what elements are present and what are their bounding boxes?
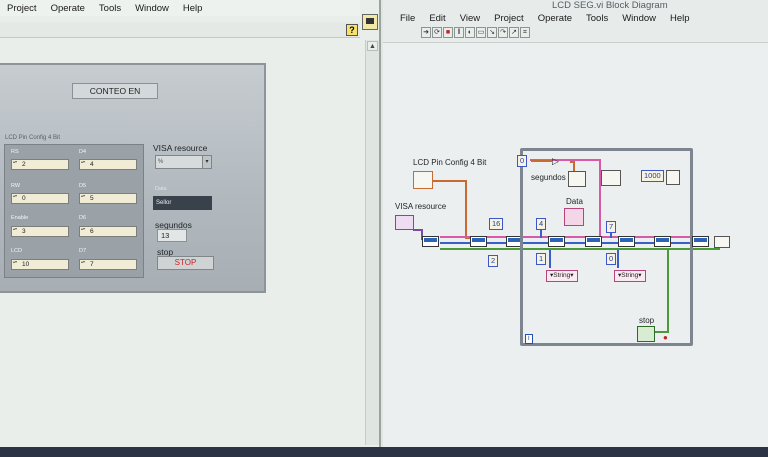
bd-menu-view[interactable]: View — [453, 13, 487, 24]
run-continuous-icon[interactable]: ⟳ — [432, 27, 442, 38]
help-icon[interactable]: ? — [346, 24, 358, 36]
d6-field[interactable]: 6 — [79, 226, 137, 237]
decoration-panel: CONTEO EN LCD Pin Config 4 Bit RS 2 D4 4… — [0, 63, 266, 293]
scroll-up-icon[interactable]: ▲ — [367, 41, 378, 51]
visa-terminal-label: VISA resource — [395, 202, 447, 211]
segundos-terminal[interactable] — [568, 171, 586, 187]
d4-field[interactable]: 4 — [79, 159, 137, 170]
bd-menu-file[interactable]: File — [393, 13, 422, 24]
bd-menu-help[interactable]: Help — [663, 13, 697, 24]
enable-field[interactable]: 3 — [11, 226, 69, 237]
string-constant-2-text: String — [621, 272, 639, 279]
shift-register-init[interactable]: 0 — [517, 155, 528, 167]
lcd-close-node[interactable] — [692, 236, 709, 247]
stop-terminal[interactable] — [637, 326, 655, 342]
pause-icon[interactable]: ‖ — [454, 27, 464, 38]
menu-window[interactable]: Window — [128, 3, 176, 14]
iteration-terminal: i — [525, 334, 533, 344]
string-constant-1-text: String — [553, 272, 571, 279]
data-terminal-label: Data — [566, 197, 583, 206]
front-panel-menubar: Project Operate Tools Window Help — [0, 0, 360, 16]
lcd-init-node[interactable] — [422, 236, 439, 247]
error-out-icon[interactable] — [714, 236, 730, 248]
d7-label: D7 — [79, 248, 87, 254]
const-7[interactable]: 7 — [606, 221, 617, 233]
lcd-field[interactable]: 10 — [11, 259, 69, 270]
cleanup-icon[interactable]: ⌗ — [520, 27, 530, 38]
lcd-write-node-1[interactable] — [470, 236, 487, 247]
loop-condition-icon[interactable]: ● — [663, 333, 668, 342]
const-1000[interactable]: 1000 — [641, 170, 664, 182]
string-constant-1[interactable]: ▾String▾ — [546, 270, 578, 282]
run-arrow-icon[interactable]: ➜ — [421, 27, 431, 38]
lcd-write-node-4[interactable] — [585, 236, 602, 247]
retain-wire-icon[interactable]: ▭ — [476, 27, 486, 38]
step-out-icon[interactable]: ↗ — [509, 27, 519, 38]
dropdown-arrow-icon[interactable]: ▾ — [202, 156, 211, 168]
visa-resource-value: % — [158, 159, 164, 165]
menu-help[interactable]: Help — [176, 3, 210, 14]
const-16[interactable]: 16 — [489, 218, 504, 230]
lcd-label: LCD — [11, 248, 23, 254]
stop-terminal-label: stop — [639, 316, 655, 325]
increment-icon[interactable]: ▷ — [552, 156, 559, 167]
segundos-indicator: 13 — [157, 229, 187, 242]
wait-ms-icon[interactable] — [666, 170, 680, 185]
const-2[interactable]: 2 — [488, 255, 499, 267]
bd-menu-tools[interactable]: Tools — [579, 13, 615, 24]
menu-operate[interactable]: Operate — [44, 3, 92, 14]
step-into-icon[interactable]: ↘ — [487, 27, 497, 38]
d7-field[interactable]: 7 — [79, 259, 137, 270]
screen: Project Operate Tools Window Help ? ▲ CO… — [0, 0, 768, 457]
block-diagram-menubar: File Edit View Project Operate Tools Win… — [393, 10, 697, 26]
conteo-title: CONTEO EN — [72, 83, 158, 99]
visa-terminal[interactable] — [395, 215, 414, 230]
d6-label: D6 — [79, 215, 87, 221]
stop-button[interactable]: STOP — [157, 256, 214, 270]
visa-resource-label: VISA resource — [153, 143, 208, 153]
d5-label: D5 — [79, 183, 87, 189]
highlight-bulb-icon[interactable]: ◐ — [465, 27, 475, 38]
lcd-pin-terminal[interactable] — [413, 171, 433, 189]
data-label: Data — [155, 186, 167, 192]
const-1[interactable]: 1 — [536, 253, 547, 265]
menu-tools[interactable]: Tools — [92, 3, 128, 14]
number-to-string-node[interactable] — [601, 170, 621, 186]
lcd-write-node-3[interactable] — [548, 236, 565, 247]
bd-menu-project[interactable]: Project — [487, 13, 531, 24]
step-over-icon[interactable]: ↷ — [498, 27, 508, 38]
vi-icon[interactable] — [362, 14, 378, 30]
block-diagram-title: LCD SEG.vi Block Diagram — [552, 0, 668, 11]
taskbar-edge — [0, 447, 768, 457]
bd-menu-window[interactable]: Window — [615, 13, 663, 24]
front-panel-window: Project Operate Tools Window Help ? ▲ CO… — [0, 0, 381, 447]
segundos-terminal-label: segundos — [531, 173, 566, 182]
const-0[interactable]: 0 — [606, 253, 617, 265]
bd-menu-edit[interactable]: Edit — [422, 13, 452, 24]
string-constant-2[interactable]: ▾String▾ — [614, 270, 646, 282]
rw-label: RW — [11, 183, 21, 189]
lcd-write-node-6[interactable] — [654, 236, 671, 247]
d5-field[interactable]: 5 — [79, 193, 137, 204]
rs-field[interactable]: 2 — [11, 159, 69, 170]
vertical-scrollbar[interactable]: ▲ — [365, 40, 379, 445]
menu-project[interactable]: Project — [0, 3, 44, 14]
data-indicator: Sellor — [153, 196, 212, 210]
lcd-pin-terminal-label: LCD Pin Config 4 Bit — [413, 158, 487, 167]
block-diagram-toolbar: ➜ ⟳ ■ ‖ ◐ ▭ ↘ ↷ ↗ ⌗ — [421, 27, 530, 40]
bd-menu-operate[interactable]: Operate — [531, 13, 579, 24]
cluster-label: LCD Pin Config 4 Bit — [5, 135, 61, 141]
rw-field[interactable]: 0 — [11, 193, 69, 204]
lcd-pin-cluster: RS 2 D4 4 RW 0 D5 5 Enable 3 D6 6 LCD 10… — [4, 144, 144, 278]
enable-label: Enable — [11, 215, 29, 221]
visa-resource-control[interactable]: % ▾ — [155, 155, 212, 169]
data-terminal[interactable] — [564, 208, 584, 226]
lcd-write-node-5[interactable] — [618, 236, 635, 247]
d4-label: D4 — [79, 149, 87, 155]
rs-label: RS — [11, 149, 19, 155]
front-panel-toolbar — [0, 22, 360, 38]
const-4[interactable]: 4 — [536, 218, 547, 230]
abort-icon[interactable]: ■ — [443, 27, 453, 38]
